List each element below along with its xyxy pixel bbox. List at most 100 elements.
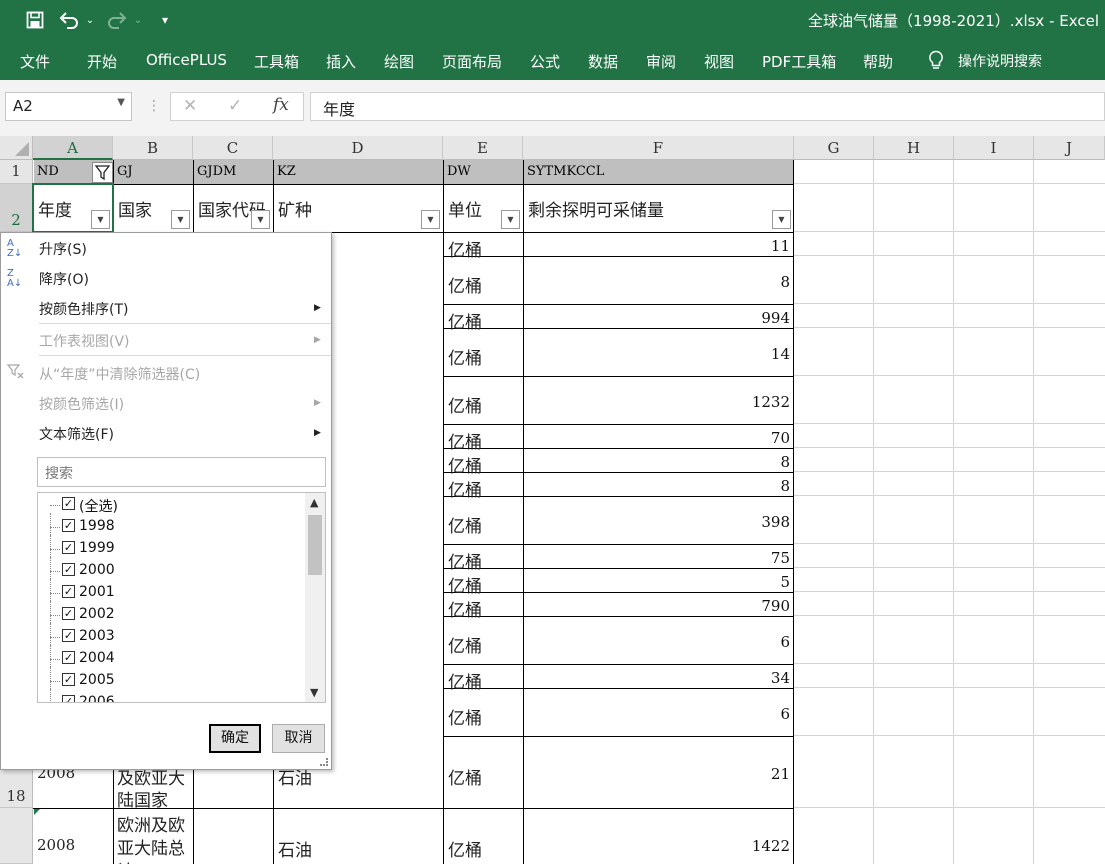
- cell-f1[interactable]: SYTMKCCL: [524, 160, 793, 184]
- formula-input[interactable]: 年度: [310, 92, 1105, 121]
- tab-home[interactable]: 开始: [87, 51, 117, 72]
- filter-dropdown-e2[interactable]: ▼: [501, 210, 520, 229]
- cell-value[interactable]: 1232: [524, 393, 790, 411]
- cell-d1[interactable]: KZ: [274, 160, 443, 184]
- customize-qat-icon[interactable]: ▾: [158, 8, 172, 32]
- scrollbar-thumb[interactable]: [308, 515, 322, 575]
- cell-value[interactable]: 1422: [524, 837, 790, 855]
- list-scrollbar[interactable]: ▲ ▼: [305, 493, 325, 702]
- cell-country-line[interactable]: 亚大陆总: [117, 834, 185, 859]
- list-item[interactable]: ✓ 2001: [38, 579, 304, 605]
- tab-view[interactable]: 视图: [704, 51, 734, 72]
- checkbox-checked-icon[interactable]: ✓: [62, 629, 75, 642]
- lightbulb-icon[interactable]: [928, 50, 944, 70]
- cell-e1[interactable]: DW: [444, 160, 523, 184]
- cell-value[interactable]: 8: [524, 477, 790, 495]
- cell-unit[interactable]: 亿桶: [448, 428, 482, 453]
- filter-dropdown-c2[interactable]: ▼: [251, 210, 270, 229]
- redo-icon[interactable]: [106, 8, 128, 32]
- tab-draw[interactable]: 绘图: [384, 51, 414, 72]
- scroll-down-icon[interactable]: ▼: [310, 686, 318, 699]
- undo-icon[interactable]: [58, 8, 80, 32]
- row-header-2[interactable]: 2: [0, 184, 33, 232]
- checkbox-checked-icon[interactable]: ✓: [62, 519, 75, 532]
- cell-unit[interactable]: 亿桶: [448, 704, 482, 729]
- cell-unit[interactable]: 亿桶: [448, 548, 482, 573]
- cell-country-line[interactable]: 陆国家: [117, 786, 168, 811]
- filter-search-input[interactable]: 搜索: [37, 457, 326, 487]
- cell-country-line[interactable]: 计: [117, 857, 134, 864]
- cell-unit[interactable]: 亿桶: [448, 272, 482, 297]
- cell-unit[interactable]: 亿桶: [448, 632, 482, 657]
- cell-value[interactable]: 6: [524, 705, 790, 723]
- row-header-19[interactable]: [0, 808, 33, 864]
- tab-toolbox[interactable]: 工具箱: [254, 51, 299, 72]
- cell-unit[interactable]: 亿桶: [448, 308, 482, 333]
- column-header-d[interactable]: D: [273, 136, 443, 160]
- checkbox-checked-icon[interactable]: ✓: [62, 585, 75, 598]
- sort-descending-item[interactable]: 降序(O): [39, 269, 89, 289]
- tell-me-search[interactable]: 操作说明搜索: [958, 51, 1042, 71]
- column-header-g[interactable]: G: [794, 136, 874, 160]
- tab-review[interactable]: 审阅: [646, 51, 676, 72]
- save-icon[interactable]: [24, 8, 46, 32]
- insert-function-icon[interactable]: fx: [273, 95, 289, 115]
- cell-c1[interactable]: GJDM: [194, 160, 273, 184]
- tab-insert[interactable]: 插入: [326, 51, 356, 72]
- cancel-entry-icon[interactable]: ✕: [183, 96, 197, 116]
- cell-b1[interactable]: GJ: [114, 160, 193, 184]
- list-item[interactable]: ✓ 2000: [38, 557, 304, 583]
- cell-unit[interactable]: 亿桶: [448, 764, 482, 789]
- list-item[interactable]: ✓ 2005: [38, 667, 304, 693]
- name-box[interactable]: A2 ▼: [5, 92, 132, 121]
- resize-grip-icon[interactable]: [320, 758, 328, 766]
- filter-dropdown-b2[interactable]: ▼: [171, 210, 190, 229]
- cell-unit[interactable]: 亿桶: [448, 512, 482, 537]
- column-header-e[interactable]: E: [443, 136, 523, 160]
- column-header-i[interactable]: I: [954, 136, 1034, 160]
- checkbox-checked-icon[interactable]: ✓: [62, 695, 75, 702]
- column-header-c[interactable]: C: [193, 136, 273, 160]
- cell-unit[interactable]: 亿桶: [448, 596, 482, 621]
- cell-d2[interactable]: 矿种: [274, 184, 443, 232]
- filter-dropdown-f2[interactable]: ▼: [772, 210, 791, 229]
- list-item[interactable]: ✓ 2003: [38, 623, 304, 649]
- cell-value[interactable]: 11: [524, 237, 790, 255]
- tab-formulas[interactable]: 公式: [530, 51, 560, 72]
- filter-active-icon[interactable]: [92, 162, 113, 183]
- redo-dropdown-icon[interactable]: ⌄: [132, 8, 144, 32]
- cell-value[interactable]: 6: [524, 633, 790, 651]
- checkbox-checked-icon[interactable]: ✓: [62, 673, 75, 686]
- cell-country-line[interactable]: 欧洲及欧: [117, 811, 185, 836]
- cell-value[interactable]: 5: [524, 573, 790, 591]
- cell-unit[interactable]: 亿桶: [448, 452, 482, 477]
- list-item[interactable]: ✓ 2002: [38, 601, 304, 627]
- cell-value[interactable]: 8: [524, 453, 790, 471]
- list-item[interactable]: ✓ (全选): [38, 495, 304, 517]
- tab-officeplus[interactable]: OfficePLUS: [146, 51, 227, 69]
- cell-value[interactable]: 8: [524, 273, 790, 291]
- list-item[interactable]: ✓ 2006: [38, 689, 304, 702]
- cell-kind[interactable]: 石油: [278, 836, 312, 861]
- cell-year[interactable]: 2008: [37, 836, 75, 854]
- column-header-j[interactable]: J: [1034, 136, 1105, 160]
- formula-bar-grip-icon[interactable]: ⋮: [147, 98, 161, 114]
- checkbox-checked-icon[interactable]: ✓: [62, 607, 75, 620]
- tab-help[interactable]: 帮助: [863, 51, 893, 72]
- scroll-up-icon[interactable]: ▲: [310, 496, 318, 509]
- checkbox-checked-icon[interactable]: ✓: [62, 541, 75, 554]
- tab-pdf-toolbox[interactable]: PDF工具箱: [762, 51, 836, 72]
- column-header-h[interactable]: H: [874, 136, 954, 160]
- cell-value[interactable]: 21: [524, 765, 790, 783]
- cell-unit[interactable]: 亿桶: [448, 476, 482, 501]
- confirm-entry-icon[interactable]: ✓: [228, 96, 242, 116]
- cell-unit[interactable]: 亿桶: [448, 572, 482, 597]
- cell-value[interactable]: 14: [524, 345, 790, 363]
- undo-dropdown-icon[interactable]: ⌄: [84, 8, 96, 32]
- select-all-corner[interactable]: [0, 136, 33, 160]
- text-filters-item[interactable]: 文本筛选(F): [39, 424, 114, 444]
- list-item[interactable]: ✓ 1998: [38, 513, 304, 539]
- cell-value[interactable]: 398: [524, 513, 790, 531]
- checkbox-checked-icon[interactable]: ✓: [62, 651, 75, 664]
- tab-file[interactable]: 文件: [20, 51, 50, 72]
